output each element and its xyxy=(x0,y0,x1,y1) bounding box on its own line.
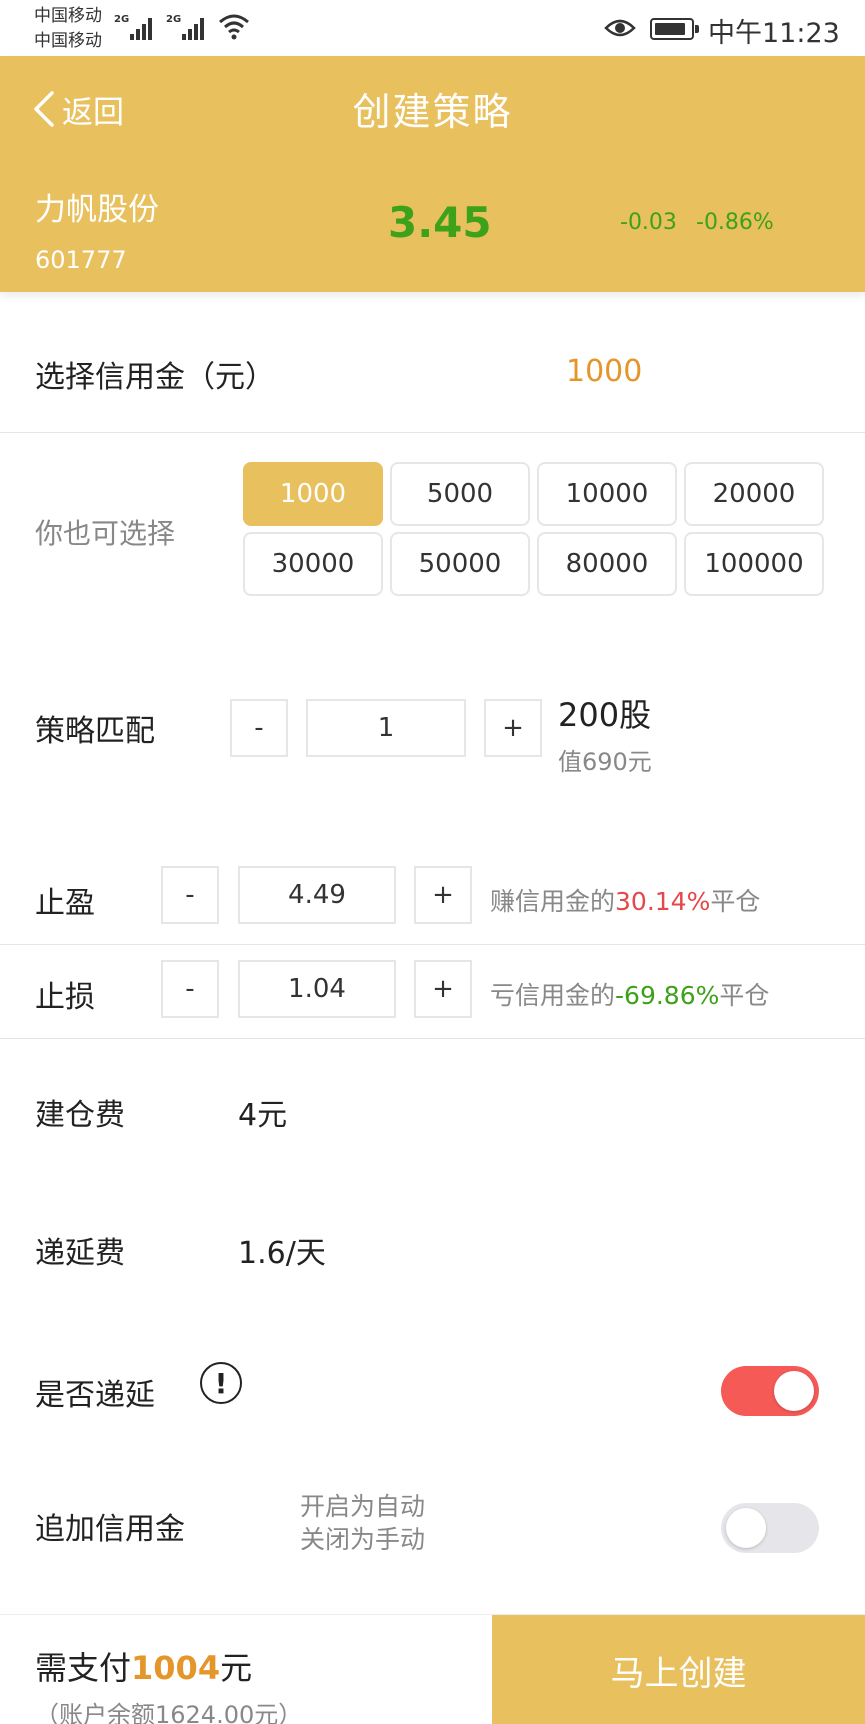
switch-knob xyxy=(774,1371,814,1411)
alt-credit-label: 你也可选择 xyxy=(35,517,176,550)
status-time: 中午11:23 xyxy=(708,18,840,49)
credit-option-1000[interactable]: 1000 xyxy=(243,462,383,526)
credit-option-20000[interactable]: 20000 xyxy=(684,462,824,526)
open-fee-label: 建仓费 xyxy=(35,1098,125,1133)
defer-fee-value: 1.6/天 xyxy=(238,1236,326,1271)
stop-loss-minus-button[interactable]: - xyxy=(161,960,219,1018)
credit-value: 1000 xyxy=(566,354,643,389)
pay-amount: 1004 xyxy=(131,1649,221,1687)
pay-total: 需支付1004元 xyxy=(35,1649,253,1687)
defer-switch[interactable] xyxy=(721,1366,819,1416)
status-bar: 中国移动 中国移动 2G 2G 中午11:23 xyxy=(0,0,865,56)
credit-option-10000[interactable]: 10000 xyxy=(537,462,677,526)
take-profit-label: 止盈 xyxy=(35,886,95,921)
signal-icon xyxy=(182,16,208,40)
credit-label: 选择信用金（元） xyxy=(35,360,275,395)
info-icon[interactable]: ! xyxy=(200,1362,242,1404)
defer-toggle-label: 是否递延 xyxy=(35,1378,155,1413)
open-fee-value: 4元 xyxy=(238,1098,288,1133)
wifi-icon xyxy=(219,14,249,40)
account-balance: （账户余额1624.00元） xyxy=(35,1701,303,1724)
carrier-2: 中国移动 xyxy=(34,31,102,51)
stock-price: 3.45 xyxy=(388,198,492,247)
switch-knob xyxy=(726,1508,766,1548)
divider xyxy=(0,944,865,945)
defer-fee-label: 递延费 xyxy=(35,1236,125,1271)
add-credit-switch[interactable] xyxy=(721,1503,819,1553)
strategy-shares: 200股 xyxy=(558,696,652,734)
take-profit-input[interactable]: 4.49 xyxy=(238,866,396,924)
payment-footer: 需支付1004元 （账户余额1624.00元） 马上创建 xyxy=(0,1614,865,1724)
strategy-quantity-input[interactable]: 1 xyxy=(306,699,466,757)
add-credit-hint-manual: 关闭为手动 xyxy=(300,1525,426,1554)
page-title: 创建策略 xyxy=(352,90,513,134)
add-credit-hint-auto: 开启为自动 xyxy=(300,1492,426,1521)
credit-option-5000[interactable]: 5000 xyxy=(390,462,530,526)
strategy-match-label: 策略匹配 xyxy=(35,714,155,749)
price-change-percent: -0.86% xyxy=(696,210,774,235)
price-change: -0.03 xyxy=(620,210,677,235)
create-strategy-button[interactable]: 马上创建 xyxy=(492,1615,865,1724)
stop-loss-input[interactable]: 1.04 xyxy=(238,960,396,1018)
credit-option-100000[interactable]: 100000 xyxy=(684,532,824,596)
strategy-plus-button[interactable]: + xyxy=(484,699,542,757)
take-profit-minus-button[interactable]: - xyxy=(161,866,219,924)
carrier-1: 中国移动 xyxy=(34,6,102,26)
credit-option-80000[interactable]: 80000 xyxy=(537,532,677,596)
network-type-2: 2G xyxy=(166,14,182,25)
network-type-1: 2G xyxy=(114,14,130,25)
battery-icon xyxy=(650,18,699,40)
strategy-minus-button[interactable]: - xyxy=(230,699,288,757)
credit-option-30000[interactable]: 30000 xyxy=(243,532,383,596)
stop-loss-label: 止损 xyxy=(35,980,95,1015)
divider xyxy=(0,1038,865,1039)
divider xyxy=(0,432,865,433)
take-profit-percent: 30.14% xyxy=(615,887,711,916)
stock-name: 力帆股份 xyxy=(35,192,159,228)
strategy-worth: 值690元 xyxy=(558,748,652,776)
take-profit-hint: 赚信用金的30.14%平仓 xyxy=(490,887,761,916)
stop-loss-hint: 亏信用金的-69.86%平仓 xyxy=(490,981,770,1010)
signal-icon xyxy=(130,16,156,40)
stop-loss-plus-button[interactable]: + xyxy=(414,960,472,1018)
eye-comfort-icon xyxy=(604,19,636,37)
add-credit-label: 追加信用金 xyxy=(35,1512,185,1547)
stock-header: 返回 创建策略 力帆股份 601777 3.45 -0.03 -0.86% xyxy=(0,56,865,292)
stop-loss-percent: -69.86% xyxy=(615,981,720,1010)
take-profit-plus-button[interactable]: + xyxy=(414,866,472,924)
stock-code: 601777 xyxy=(35,246,127,274)
credit-option-50000[interactable]: 50000 xyxy=(390,532,530,596)
